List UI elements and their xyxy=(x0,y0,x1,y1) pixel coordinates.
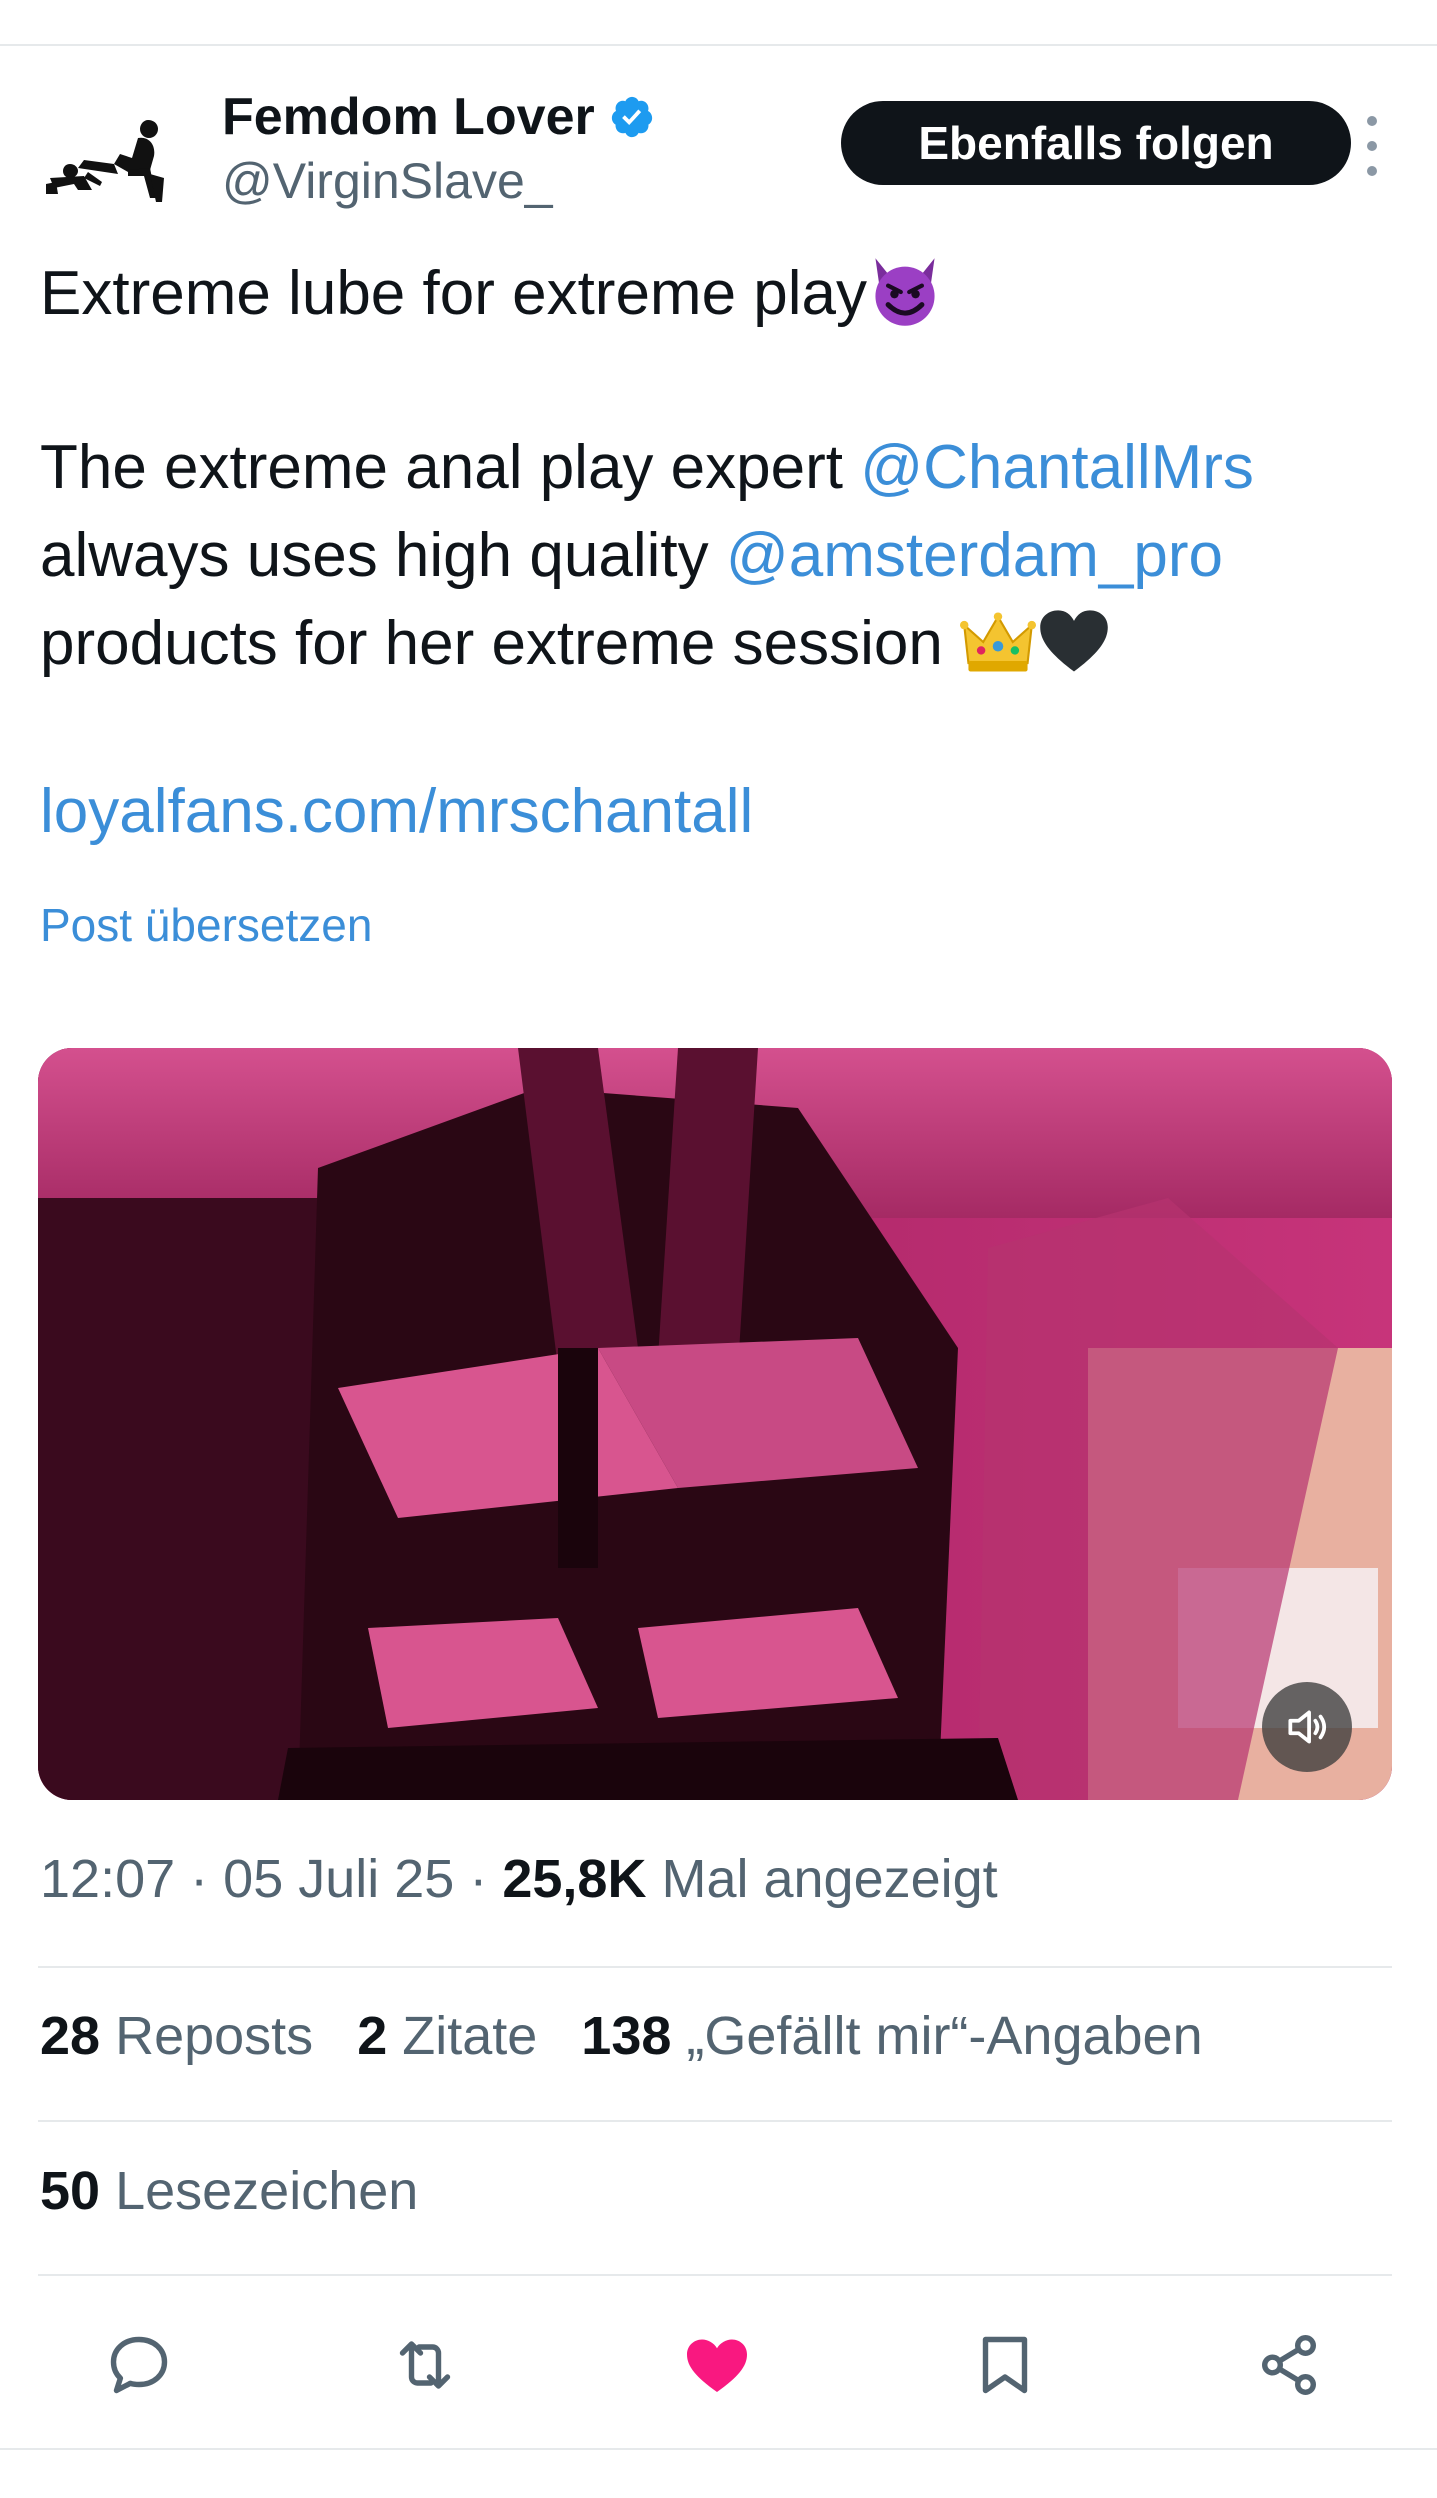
like-button[interactable] xyxy=(662,2310,772,2420)
translate-post-link[interactable]: Post übersetzen xyxy=(40,898,372,952)
share-button[interactable] xyxy=(1234,2310,1344,2420)
divider xyxy=(38,1966,1392,1968)
engagement-stats: 28 Reposts 2 Zitate 138 „Gefällt mir“-Anga… xyxy=(40,2005,1247,2067)
quotes-count: 2 xyxy=(357,2006,388,2066)
display-name-row: Femdom Lover xyxy=(222,86,822,148)
mention-chantallmrs[interactable]: @ChantallMrs xyxy=(860,433,1254,502)
tweet-line-1-text: Extreme lube for extreme play xyxy=(40,259,868,328)
avatar-silhouette-icon xyxy=(46,120,164,202)
author-block: Femdom Lover @VirginSlave_ xyxy=(222,86,822,210)
meta-separator-1: · xyxy=(190,1849,209,1909)
bookmark-button[interactable] xyxy=(950,2310,1060,2420)
external-link[interactable]: loyalfans.com/mrschantall xyxy=(40,777,753,846)
likes-stat[interactable]: 138 „Gefällt mir“-Angaben xyxy=(581,2006,1202,2066)
bookmarks-count: 50 xyxy=(40,2161,101,2221)
likes-count: 138 xyxy=(581,2006,672,2066)
heart-icon xyxy=(687,2339,747,2392)
action-bar xyxy=(0,2310,1437,2420)
repost-button[interactable] xyxy=(370,2310,480,2420)
repost-arrows-icon xyxy=(399,2341,451,2389)
tweet-date[interactable]: 05 Juli 25 xyxy=(223,1849,454,1909)
follow-back-button[interactable]: Ebenfalls folgen xyxy=(841,101,1351,185)
share-nodes-icon xyxy=(1262,2335,1316,2395)
tweet-line-4: products for her extreme session xyxy=(40,600,1420,688)
bookmarks-label: Lesezeichen xyxy=(100,2161,419,2221)
quotes-label: Zitate xyxy=(387,2006,538,2066)
likes-label: „Gefällt mir“-Angaben xyxy=(671,2006,1203,2066)
speech-bubble-icon xyxy=(110,2336,168,2394)
top-divider xyxy=(0,44,1437,46)
author-handle[interactable]: @VirginSlave_ xyxy=(222,152,822,210)
tweet-line-3: always uses high quality @amsterdam_pro xyxy=(40,512,1420,600)
display-name[interactable]: Femdom Lover xyxy=(222,87,595,147)
views-count: 25,8K xyxy=(502,1849,647,1909)
mention-amsterdam-pro[interactable]: @amsterdam_pro xyxy=(726,521,1223,590)
black-heart-icon xyxy=(1040,609,1108,672)
video-frame xyxy=(38,1048,1392,1800)
bookmarks-stat[interactable]: 50 Lesezeichen xyxy=(40,2160,418,2222)
tweet-header: Femdom Lover @VirginSlave_ Ebenfalls fol… xyxy=(40,86,1400,216)
quotes-stat[interactable]: 2 Zitate xyxy=(357,2006,537,2066)
bottom-divider xyxy=(0,2448,1437,2450)
smiling-face-with-horns-icon xyxy=(875,257,935,326)
reposts-label: Reposts xyxy=(100,2006,314,2066)
reply-button[interactable] xyxy=(84,2310,194,2420)
verified-badge-icon[interactable] xyxy=(609,94,655,140)
meta-separator-2: · xyxy=(469,1849,488,1909)
divider xyxy=(38,2120,1392,2122)
divider xyxy=(38,2274,1392,2276)
reposts-stat[interactable]: 28 Reposts xyxy=(40,2006,313,2066)
tweet-line-link: loyalfans.com/mrschantall xyxy=(40,768,1420,856)
mute-toggle-button[interactable] xyxy=(1262,1682,1352,1772)
tweet-line-2-text: The extreme anal play expert xyxy=(40,433,861,502)
tweet-line-4-text: products for her extreme session xyxy=(40,609,961,678)
video-player[interactable] xyxy=(38,1048,1392,1800)
tweet-meta: 12:07 · 05 Juli 25 · 25,8K Mal angezeigt xyxy=(40,1848,998,1910)
bookmark-icon xyxy=(982,2336,1028,2394)
more-options-icon[interactable] xyxy=(1352,116,1392,176)
tweet-line-2: The extreme anal play expert @ChantallMr… xyxy=(40,424,1420,512)
crown-icon xyxy=(960,612,1037,672)
tweet-text: Extreme lube for extreme play The extrem… xyxy=(40,250,1420,856)
tweet-line-1: Extreme lube for extreme play xyxy=(40,250,1420,338)
reposts-count: 28 xyxy=(40,2006,101,2066)
speaker-muted-icon xyxy=(1288,1710,1327,1744)
views-label: Mal angezeigt xyxy=(646,1849,998,1909)
tweet-line-3-text: always uses high quality xyxy=(40,521,726,590)
avatar[interactable] xyxy=(40,114,190,204)
tweet-time[interactable]: 12:07 xyxy=(40,1849,175,1909)
